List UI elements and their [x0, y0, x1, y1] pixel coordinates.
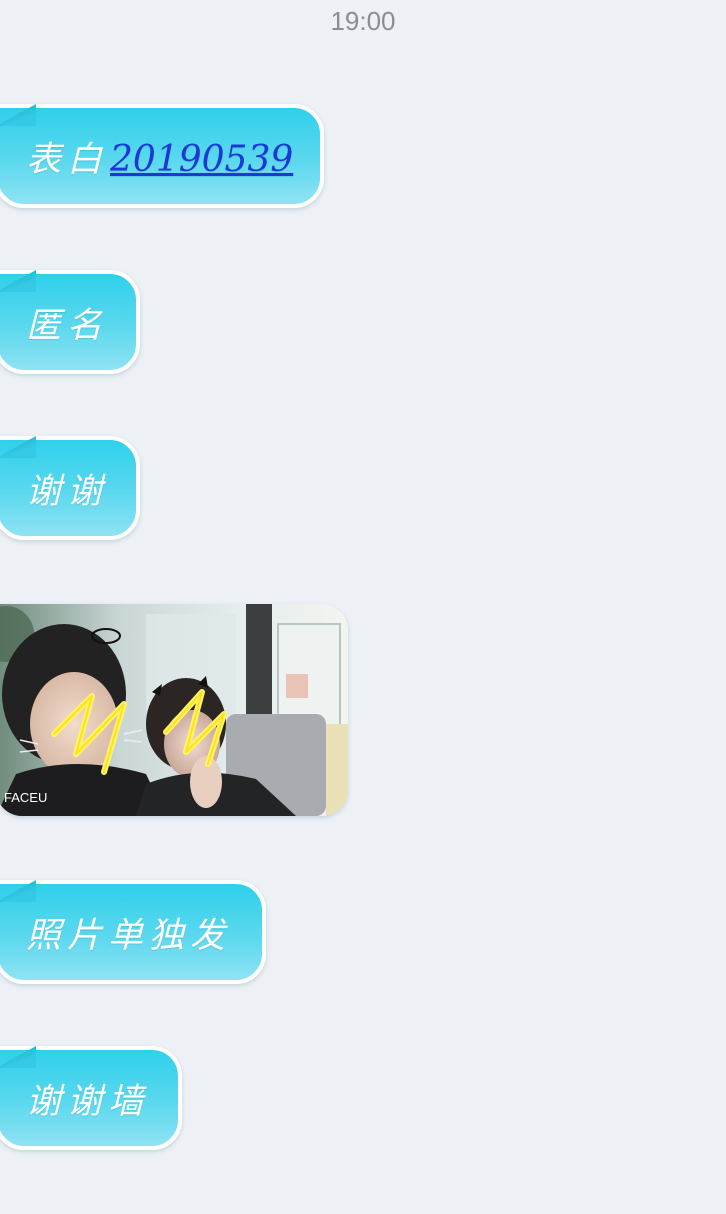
bubble-text: 谢谢 [26, 471, 109, 512]
bubble-text: 谢谢墙 [26, 1081, 150, 1122]
chat-bubble-anonymous[interactable]: 匿名 [0, 270, 140, 374]
photo-image: FACEU [0, 604, 348, 816]
bubble-prefix: 表白 [26, 139, 109, 180]
bubble-text: 匿名 [26, 305, 109, 346]
photo-watermark: FACEU [4, 790, 47, 805]
bubble-text: 表白20190539 [26, 131, 293, 182]
chat-bubble-thanks[interactable]: 谢谢 [0, 436, 140, 540]
bubble-text: 照片单独发 [26, 915, 232, 956]
chat-bubble-thanks-wall[interactable]: 谢谢墙 [0, 1046, 182, 1150]
chat-bubble-confession[interactable]: 表白20190539 [0, 104, 324, 208]
message-timestamp: 19:00 [330, 6, 396, 36]
chat-bubble-photo-note[interactable]: 照片单独发 [0, 880, 266, 984]
chat-photo-message[interactable]: FACEU [0, 604, 348, 816]
number-link[interactable]: 20190539 [110, 139, 293, 180]
